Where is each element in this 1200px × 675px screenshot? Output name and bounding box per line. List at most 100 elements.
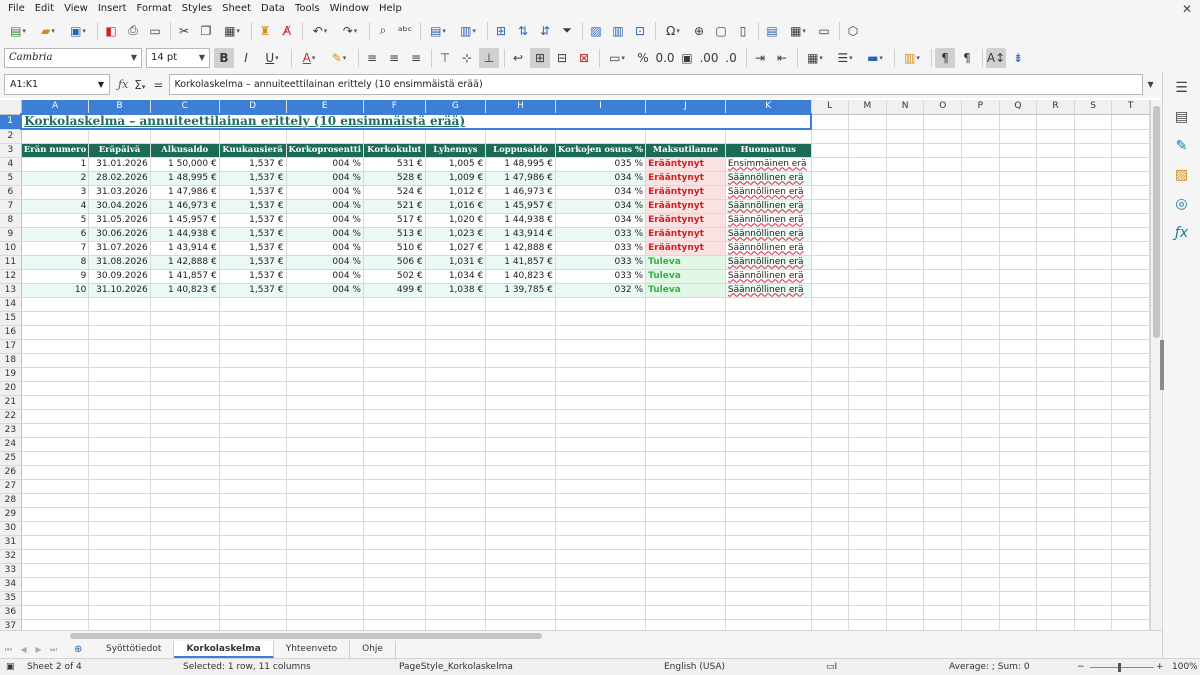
cell[interactable] [923,493,963,508]
table-cell[interactable]: 1 43,914 € [485,227,556,242]
cell[interactable] [425,451,487,466]
cell[interactable] [811,297,850,312]
table-cell[interactable]: 1,537 € [219,269,287,284]
cell[interactable] [286,451,364,466]
cell[interactable] [1111,143,1150,158]
cell[interactable] [961,297,1000,312]
hamburger-menu-icon[interactable]: ☰ [1171,77,1193,99]
cell[interactable] [923,213,963,228]
table-cell[interactable]: 513 € [363,227,426,242]
cell[interactable] [88,591,151,606]
table-cell[interactable]: 1,027 € [425,241,487,256]
cell[interactable] [961,563,1000,578]
cell[interactable] [286,493,364,508]
cell[interactable] [886,619,925,630]
cell[interactable] [1074,381,1113,396]
note-cell[interactable]: Säännöllinen erä [725,171,812,186]
cell[interactable] [485,521,556,536]
cell[interactable] [363,311,426,326]
zoom-slider[interactable] [1090,667,1154,668]
cell[interactable] [1111,199,1150,214]
table-cell[interactable]: 034 % [555,171,647,186]
cell[interactable] [811,199,850,214]
freeze-rows-columns-icon[interactable]: ▦ ▾ [784,21,812,41]
function-wizard-icon[interactable]: ƒx [118,78,128,91]
cell[interactable] [485,563,556,578]
cell[interactable] [645,339,726,354]
payment-status-cell[interactable]: Erääntynyt [645,199,726,214]
cell[interactable] [21,465,90,480]
sheet-title-cell[interactable]: Korkolaskelma – annuiteettilainan eritte… [20,113,813,130]
cell[interactable] [811,605,850,620]
note-cell[interactable]: Säännöllinen erä [725,241,812,256]
cell[interactable] [1036,129,1075,144]
save-icon[interactable]: ▣ ▾ [64,21,92,41]
cell[interactable] [886,339,925,354]
cell[interactable] [999,311,1038,326]
cell[interactable] [363,535,426,550]
cell[interactable] [150,521,220,536]
cell[interactable] [150,619,220,630]
cell[interactable] [219,619,287,630]
cell[interactable] [555,367,647,382]
align-center-icon[interactable]: ≡ [384,48,404,68]
vertical-scroll-thumb[interactable] [1153,106,1160,338]
cell[interactable] [425,577,487,592]
special-character-icon[interactable]: Ω ▾ [659,21,687,41]
cell[interactable] [999,423,1038,438]
cell[interactable] [999,157,1038,172]
column-header-r[interactable]: R [1036,100,1075,115]
cell[interactable] [961,227,1000,242]
cell[interactable] [363,325,426,340]
cell[interactable] [1074,367,1113,382]
cell[interactable] [219,437,287,452]
text-direction-rtl-icon[interactable]: ¶ [957,48,977,68]
cell[interactable] [219,465,287,480]
cell[interactable] [425,549,487,564]
cell[interactable] [848,451,887,466]
cell[interactable] [923,297,963,312]
cell[interactable] [725,437,812,452]
cell[interactable] [1036,311,1075,326]
column-header-m[interactable]: M [848,100,887,115]
cell[interactable] [1036,227,1075,242]
row-header-8[interactable]: 8 [0,213,22,228]
menu-help[interactable]: Help [374,0,407,17]
cell[interactable] [1111,521,1150,536]
cell[interactable] [219,297,287,312]
cell[interactable] [886,143,925,158]
row-header-28[interactable]: 28 [0,493,22,508]
cell[interactable] [88,521,151,536]
cell[interactable] [1036,549,1075,564]
cell[interactable] [725,619,812,630]
cell[interactable] [886,507,925,522]
cell[interactable] [1036,255,1075,270]
cell[interactable] [555,451,647,466]
cell[interactable] [886,213,925,228]
cell[interactable] [219,591,287,606]
cell[interactable] [923,465,963,480]
cell[interactable] [555,129,647,144]
cell[interactable] [645,423,726,438]
last-sheet-icon[interactable]: ⏭ [47,643,60,656]
cell[interactable] [961,507,1000,522]
cell[interactable] [286,619,364,630]
cell[interactable] [1036,423,1075,438]
cell[interactable] [961,143,1000,158]
cell[interactable] [485,325,556,340]
note-cell[interactable]: Säännöllinen erä [725,185,812,200]
cell[interactable] [725,423,812,438]
cell[interactable] [555,549,647,564]
cell[interactable] [150,451,220,466]
cell[interactable] [21,605,90,620]
cell[interactable] [1036,297,1075,312]
cell[interactable] [961,605,1000,620]
cell[interactable] [219,577,287,592]
cell[interactable] [725,591,812,606]
cell[interactable] [1036,269,1075,284]
row-icon[interactable]: ▤ ▾ [424,21,452,41]
row-header-34[interactable]: 34 [0,577,22,592]
table-cell[interactable]: 1,009 € [425,171,487,186]
cell[interactable] [886,605,925,620]
cell[interactable] [1036,395,1075,410]
